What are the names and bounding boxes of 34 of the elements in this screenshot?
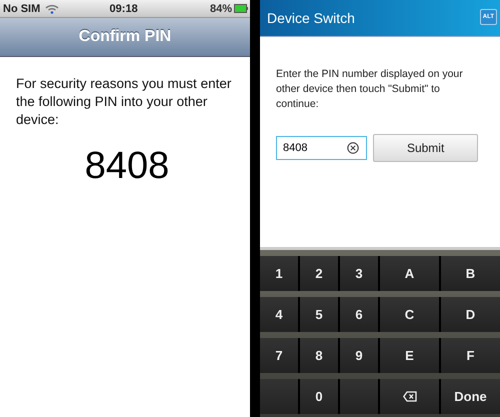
- keyboard-key[interactable]: 4: [260, 297, 298, 332]
- pin-code: 8408: [84, 145, 170, 188]
- keyboard-key[interactable]: B: [441, 256, 500, 291]
- keyboard-key[interactable]: E: [380, 338, 439, 373]
- keyboard-key[interactable]: 9: [340, 338, 378, 373]
- pin-input-field[interactable]: 8408: [276, 136, 368, 160]
- battery-percent: 84%: [210, 2, 232, 14]
- keyboard-key[interactable]: 1: [260, 256, 298, 291]
- screen-title: Device Switch: [267, 10, 355, 26]
- backspace-key[interactable]: [380, 379, 439, 414]
- clear-icon[interactable]: [347, 142, 359, 154]
- keyboard-key[interactable]: 0: [300, 379, 338, 414]
- blank-key: [340, 379, 378, 414]
- carrier-label: No SIM: [3, 2, 40, 14]
- wifi-icon: [45, 4, 60, 14]
- keyboard-key[interactable]: D: [441, 297, 500, 332]
- keyboard-key[interactable]: 3: [340, 256, 378, 291]
- battery-icon: [234, 4, 248, 13]
- status-time: 09:18: [110, 2, 139, 14]
- instructions-text: Enter the PIN number displayed on your other device then touch "Submit" to continue:: [276, 67, 464, 112]
- keyboard-key[interactable]: Done: [441, 379, 500, 414]
- blank-key: [260, 379, 298, 414]
- security-message: For security reasons you must enter the following PIN into your other device:: [16, 75, 232, 129]
- backspace-icon: [402, 391, 416, 402]
- keyboard-key[interactable]: 6: [340, 297, 378, 332]
- keyboard-key[interactable]: 7: [260, 338, 298, 373]
- keyboard-key[interactable]: A: [380, 256, 439, 291]
- keyboard-key[interactable]: 2: [300, 256, 338, 291]
- keyboard-key[interactable]: F: [441, 338, 500, 373]
- submit-button[interactable]: Submit: [373, 134, 478, 162]
- keyboard-key[interactable]: C: [380, 297, 439, 332]
- nav-title: Confirm PIN: [78, 28, 172, 46]
- keyboard-key[interactable]: 5: [300, 297, 338, 332]
- keyboard-key[interactable]: 8: [300, 338, 338, 373]
